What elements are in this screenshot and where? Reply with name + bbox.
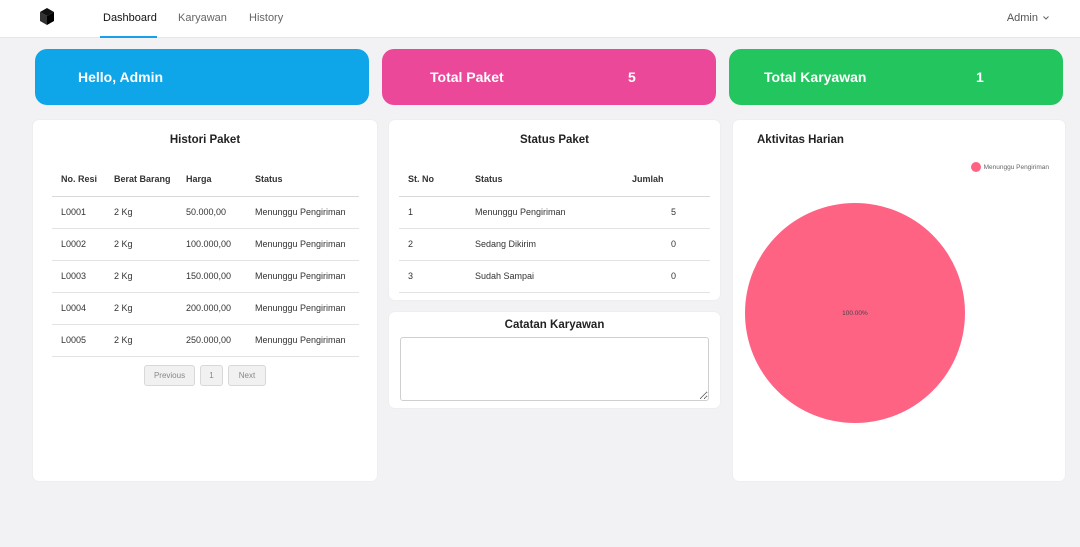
pie-chart[interactable]: 100.00% bbox=[744, 202, 966, 424]
status-paket-panel: Status Paket St. No Status Jumlah 1 Menun… bbox=[389, 120, 720, 300]
nav-history[interactable]: History bbox=[249, 12, 283, 24]
table-header-row: St. No Status Jumlah bbox=[399, 163, 710, 197]
cell-jumlah: 5 bbox=[630, 196, 710, 229]
user-menu-label: Admin bbox=[1006, 12, 1038, 24]
total-paket-value: 5 bbox=[628, 69, 636, 85]
total-karyawan-label: Total Karyawan bbox=[764, 69, 867, 85]
cell-status: Menunggu Pengiriman bbox=[246, 292, 359, 325]
legend-label: Menunggu Pengiriman bbox=[983, 163, 1049, 171]
cell-harga: 50.000,00 bbox=[177, 196, 246, 229]
cell-harga: 150.000,00 bbox=[177, 260, 246, 293]
cell-st-no: 3 bbox=[399, 260, 466, 293]
previous-button[interactable]: Previous bbox=[144, 365, 195, 386]
cell-berat-barang: 2 Kg bbox=[105, 196, 177, 229]
next-button[interactable]: Next bbox=[228, 365, 266, 386]
cell-jumlah: 0 bbox=[630, 228, 710, 261]
catatan-karyawan-panel: Catatan Karyawan bbox=[389, 312, 720, 408]
active-tab-indicator bbox=[100, 36, 157, 38]
total-paket-label: Total Paket bbox=[430, 69, 504, 85]
table-row: L0004 2 Kg 200.000,00 Menunggu Pengiriman bbox=[52, 292, 359, 325]
cell-jumlah: 0 bbox=[630, 260, 710, 293]
histori-paket-panel: Histori Paket No. Resi Berat Barang Harg… bbox=[33, 120, 377, 481]
histori-table: No. Resi Berat Barang Harga Status L0001… bbox=[52, 163, 359, 357]
aktivitas-harian-panel: Aktivitas Harian Menunggu Pengiriman 100… bbox=[733, 120, 1065, 481]
table-row: L0001 2 Kg 50.000,00 Menunggu Pengiriman bbox=[52, 196, 359, 229]
cell-status: Menunggu Pengiriman bbox=[246, 228, 359, 261]
table-row: 2 Sedang Dikirim 0 bbox=[399, 228, 710, 261]
col-status: Status bbox=[466, 163, 630, 197]
histori-paket-title: Histori Paket bbox=[169, 134, 241, 146]
col-status: Status bbox=[246, 163, 359, 197]
total-karyawan-value: 1 bbox=[976, 69, 984, 85]
cell-harga: 100.000,00 bbox=[177, 228, 246, 261]
total-paket-card: Total Paket 5 bbox=[382, 49, 716, 105]
col-harga: Harga bbox=[177, 163, 246, 197]
cell-berat-barang: 2 Kg bbox=[105, 260, 177, 293]
nav-karyawan[interactable]: Karyawan bbox=[178, 12, 227, 24]
page-1-button[interactable]: 1 bbox=[200, 365, 223, 386]
col-berat-barang: Berat Barang bbox=[105, 163, 177, 197]
pie-data-label: 100.00% bbox=[842, 310, 868, 317]
cell-harga: 200.000,00 bbox=[177, 292, 246, 325]
total-karyawan-card: Total Karyawan 1 bbox=[729, 49, 1063, 105]
greeting-text: Hello, Admin bbox=[78, 69, 164, 85]
col-st-no: St. No bbox=[399, 163, 466, 197]
aktivitas-harian-title: Aktivitas Harian bbox=[757, 134, 844, 146]
table-row: 1 Menunggu Pengiriman 5 bbox=[399, 196, 710, 229]
cell-status: Menunggu Pengiriman bbox=[246, 324, 359, 357]
table-row: L0003 2 Kg 150.000,00 Menunggu Pengiriman bbox=[52, 260, 359, 293]
cell-status: Menunggu Pengiriman bbox=[466, 196, 630, 229]
parcel-logo[interactable] bbox=[38, 7, 78, 29]
table-row: L0005 2 Kg 250.000,00 Menunggu Pengiriman bbox=[52, 324, 359, 357]
greeting-card: Hello, Admin bbox=[35, 49, 369, 105]
table-header-row: No. Resi Berat Barang Harga Status bbox=[52, 163, 359, 197]
table-row: L0002 2 Kg 100.000,00 Menunggu Pengiriman bbox=[52, 228, 359, 261]
col-no-resi: No. Resi bbox=[52, 163, 105, 197]
nav-dashboard[interactable]: Dashboard bbox=[103, 12, 157, 24]
cell-st-no: 2 bbox=[399, 228, 466, 261]
cell-berat-barang: 2 Kg bbox=[105, 324, 177, 357]
cell-no-resi: L0003 bbox=[52, 260, 105, 293]
cell-status: Sedang Dikirim bbox=[466, 228, 630, 261]
navbar: Dashboard Karyawan History Admin bbox=[0, 0, 1080, 38]
cell-no-resi: L0005 bbox=[52, 324, 105, 357]
user-menu[interactable]: Admin bbox=[1007, 12, 1050, 24]
catatan-textarea[interactable] bbox=[400, 337, 709, 401]
cell-berat-barang: 2 Kg bbox=[105, 292, 177, 325]
table-row: 3 Sudah Sampai 0 bbox=[399, 260, 710, 293]
cell-no-resi: L0001 bbox=[52, 196, 105, 229]
legend-swatch bbox=[970, 162, 981, 172]
cell-status: Menunggu Pengiriman bbox=[246, 260, 359, 293]
col-jumlah: Jumlah bbox=[630, 163, 710, 197]
chart-legend[interactable]: Menunggu Pengiriman bbox=[970, 162, 1049, 172]
cell-berat-barang: 2 Kg bbox=[105, 228, 177, 261]
catatan-karyawan-title: Catatan Karyawan bbox=[504, 319, 605, 331]
cell-status: Sudah Sampai bbox=[466, 260, 630, 293]
cell-harga: 250.000,00 bbox=[177, 324, 246, 357]
status-table: St. No Status Jumlah 1 Menunggu Pengirima… bbox=[399, 163, 710, 293]
cell-no-resi: L0004 bbox=[52, 292, 105, 325]
chevron-down-icon bbox=[1043, 16, 1049, 20]
cell-status: Menunggu Pengiriman bbox=[246, 196, 359, 229]
status-paket-title: Status Paket bbox=[519, 134, 590, 146]
cell-st-no: 1 bbox=[399, 196, 466, 229]
cell-no-resi: L0002 bbox=[52, 228, 105, 261]
